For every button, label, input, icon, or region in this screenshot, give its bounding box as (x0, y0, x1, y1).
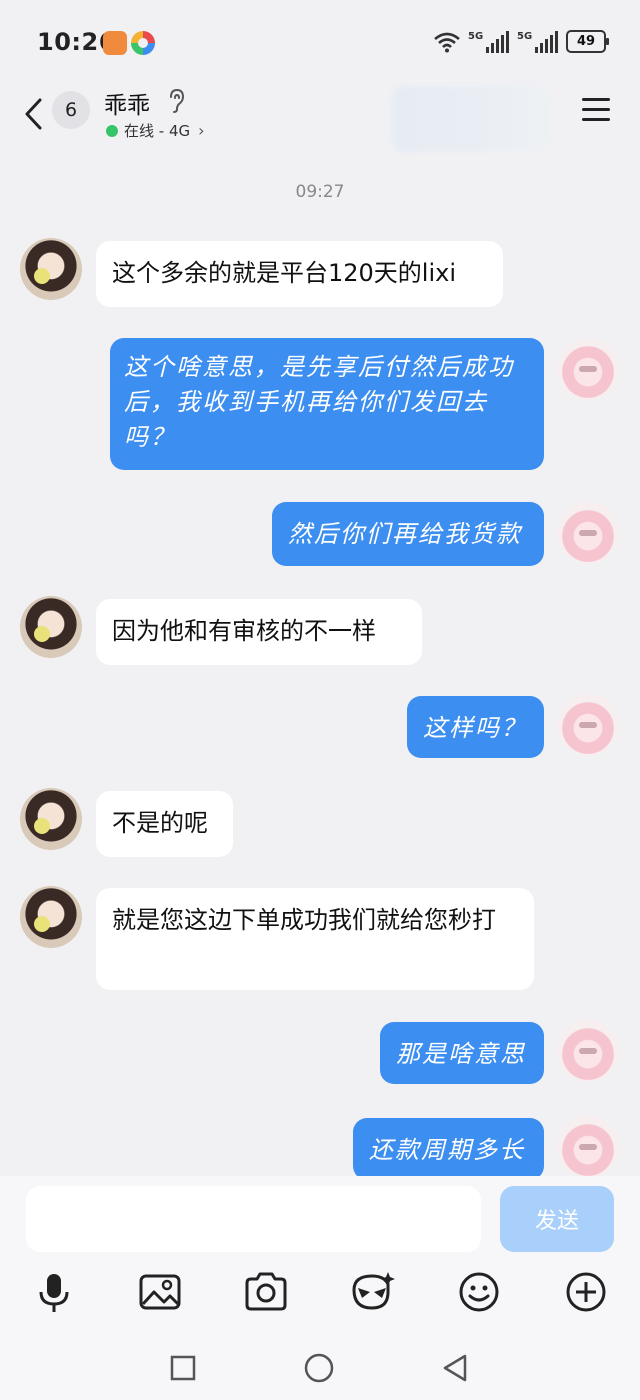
multicolor-app-icon (131, 31, 155, 55)
network-type-2: 5G (517, 30, 533, 42)
signal-5g-icon-1: 5G (468, 30, 509, 53)
wifi-icon (434, 32, 460, 52)
contact-avatar[interactable] (20, 238, 82, 300)
battery-indicator: 49 (566, 30, 609, 53)
my-avatar[interactable] (557, 694, 619, 756)
message-bubble-outgoing[interactable]: 那是啥意思 (380, 1022, 544, 1084)
plus-icon[interactable] (562, 1268, 610, 1316)
sticker-icon[interactable] (348, 1268, 396, 1316)
system-navigation-bar (0, 1342, 640, 1400)
contact-avatar[interactable] (20, 886, 82, 948)
status-bar: 10:26 5G 5G 49 (0, 0, 640, 86)
emoji-icon[interactable] (455, 1268, 503, 1316)
message-list[interactable]: 09:27 这个多余的就是平台120天的lixi 这个啥意思，是先享后付然后成功… (0, 156, 640, 1176)
blurred-region (392, 86, 550, 152)
menu-icon[interactable] (582, 98, 610, 122)
signal-5g-icon-2: 5G (517, 30, 558, 53)
camera-icon[interactable] (242, 1268, 290, 1316)
send-button[interactable]: 发送 (500, 1186, 614, 1252)
online-dot-icon (106, 124, 118, 137)
message-bubble-incoming[interactable]: 因为他和有审核的不一样 (96, 599, 422, 665)
back-arrow-icon[interactable] (20, 94, 48, 134)
contact-name[interactable]: 乖乖 (104, 86, 150, 120)
shopping-app-icon (103, 31, 127, 55)
message-bubble-incoming[interactable]: 不是的呢 (96, 791, 233, 857)
message-bubble-incoming[interactable]: 这个多余的就是平台120天的lixi (96, 241, 503, 307)
chat-header: 6 乖乖 在线 - 4G › (0, 86, 640, 156)
microphone-icon[interactable] (30, 1268, 78, 1316)
my-avatar[interactable] (557, 502, 619, 564)
message-bubble-outgoing[interactable]: 还款周期多长 (353, 1118, 544, 1176)
back-triangle-icon[interactable] (435, 1348, 475, 1388)
my-avatar[interactable] (557, 1116, 619, 1176)
network-type-1: 5G (468, 30, 484, 42)
composer-toolbar (0, 1268, 640, 1318)
chevron-right-icon: › (198, 121, 205, 140)
message-input[interactable] (26, 1186, 481, 1252)
my-avatar[interactable] (557, 1020, 619, 1082)
unread-count-badge: 6 (52, 91, 90, 129)
message-bubble-outgoing[interactable]: 然后你们再给我货款 (272, 502, 544, 566)
online-status-text: 在线 - 4G (124, 122, 191, 140)
image-icon[interactable] (136, 1268, 184, 1316)
message-bubble-outgoing[interactable]: 这样吗？ (407, 696, 544, 758)
home-icon[interactable] (299, 1348, 339, 1388)
online-status[interactable]: 在线 - 4G › (106, 120, 205, 141)
my-avatar[interactable] (557, 338, 619, 400)
composer: 发送 (0, 1176, 640, 1400)
message-bubble-incoming[interactable]: 就是您这边下单成功我们就给您秒打 (96, 888, 534, 990)
time-separator: 09:27 (295, 182, 345, 202)
status-indicators: 5G 5G 49 (434, 30, 609, 53)
message-bubble-outgoing[interactable]: 这个啥意思，是先享后付然后成功后，我收到手机再给你们发回去吗？ (110, 338, 544, 470)
ear-icon[interactable] (166, 88, 188, 114)
contact-avatar[interactable] (20, 788, 82, 850)
recents-icon[interactable] (163, 1348, 203, 1388)
contact-avatar[interactable] (20, 596, 82, 658)
